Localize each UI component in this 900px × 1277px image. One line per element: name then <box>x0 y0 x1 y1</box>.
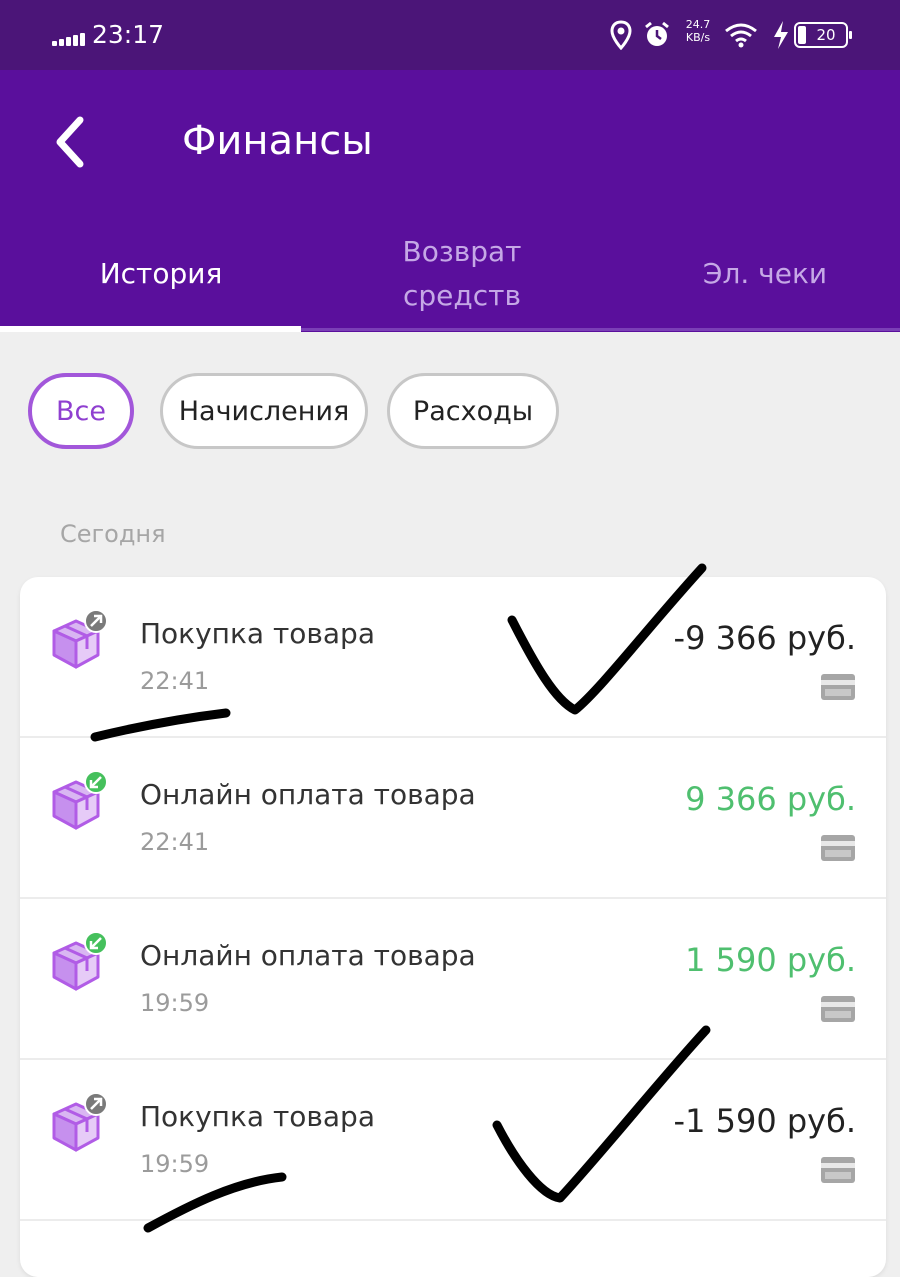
incoming-arrow-badge-icon <box>84 770 108 794</box>
transaction-row[interactable]: Покупка товара 19:59 -1 590 руб. <box>20 1060 886 1221</box>
page-title: Финансы <box>182 118 373 164</box>
wifi-icon <box>725 23 757 48</box>
transaction-time: 22:41 <box>140 667 210 695</box>
status-bar: 23:17 24.7 KB/s 20 <box>0 0 900 70</box>
transaction-row[interactable]: Онлайн оплата товара 22:41 9 366 руб. <box>20 738 886 899</box>
incoming-arrow-badge-icon <box>84 931 108 955</box>
outgoing-arrow-badge-icon <box>84 609 108 633</box>
signal-icon <box>52 30 86 46</box>
section-date-label: Сегодня <box>60 520 166 548</box>
transaction-row[interactable]: Покупка товара 22:41 -9 366 руб. <box>20 577 886 738</box>
transaction-time: 19:59 <box>140 989 210 1017</box>
transactions-list: Покупка товара 22:41 -9 366 руб. Онлайн … <box>20 577 886 1277</box>
battery-level: 20 <box>816 26 836 44</box>
transaction-title: Онлайн оплата товара <box>140 778 476 811</box>
active-tab-indicator <box>0 326 301 332</box>
battery-icon: 20 <box>794 22 852 48</box>
tab-history[interactable]: История <box>50 252 272 296</box>
location-icon <box>610 20 632 50</box>
transaction-amount: 1 590 руб. <box>685 941 856 979</box>
transaction-time: 22:41 <box>140 828 210 856</box>
transaction-title: Покупка товара <box>140 617 375 650</box>
bank-card-icon <box>821 1157 855 1183</box>
package-icon <box>52 931 108 991</box>
outgoing-arrow-badge-icon <box>84 1092 108 1116</box>
alarm-icon <box>645 21 669 46</box>
transaction-time: 19:59 <box>140 1150 210 1178</box>
network-speed: 24.7 KB/s <box>685 18 711 44</box>
filter-all-chip[interactable]: Все <box>28 373 134 449</box>
package-icon <box>52 609 108 669</box>
app-header: Финансы История Возврат средств Эл. чеки <box>0 70 900 332</box>
transaction-amount: -9 366 руб. <box>673 619 856 657</box>
filter-expenses-chip[interactable]: Расходы <box>387 373 559 449</box>
charging-icon <box>774 21 788 49</box>
transaction-title: Покупка товара <box>140 1100 375 1133</box>
bank-card-icon <box>821 996 855 1022</box>
package-icon <box>52 1092 108 1152</box>
tab-refund[interactable]: Возврат средств <box>362 230 562 318</box>
status-time: 23:17 <box>92 20 165 49</box>
transaction-title: Онлайн оплата товара <box>140 939 476 972</box>
package-icon <box>52 770 108 830</box>
back-arrow-icon[interactable] <box>48 114 98 170</box>
bank-card-icon <box>821 674 855 700</box>
tab-receipts[interactable]: Эл. чеки <box>690 252 840 296</box>
transaction-amount: 9 366 руб. <box>685 780 856 818</box>
filter-income-chip[interactable]: Начисления <box>160 373 368 449</box>
transaction-amount: -1 590 руб. <box>673 1102 856 1140</box>
bank-card-icon <box>821 835 855 861</box>
transaction-row[interactable]: Онлайн оплата товара 19:59 1 590 руб. <box>20 899 886 1060</box>
tab-divider <box>301 328 900 331</box>
